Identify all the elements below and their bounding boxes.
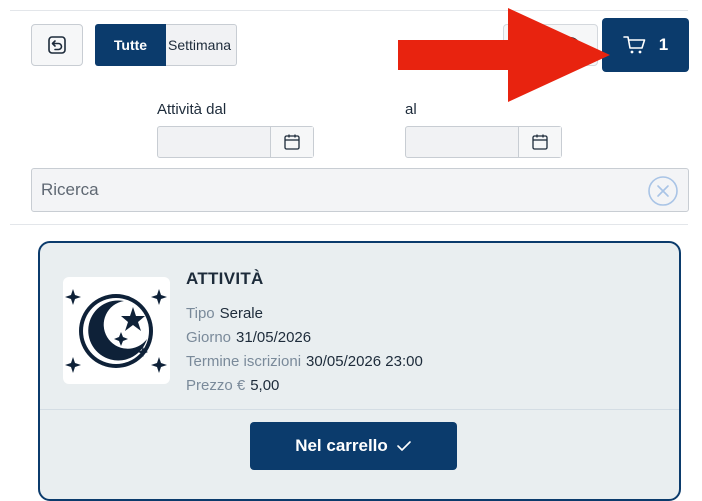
cart-icon (622, 36, 646, 54)
detail-value: 31/05/2026 (236, 329, 312, 346)
period-segmented-control: Tutte Settimana (95, 24, 237, 66)
search-input[interactable]: Ricerca (31, 168, 689, 212)
detail-row-price: Prezzo €5,00 (186, 377, 279, 394)
detail-label: Termine iscrizioni (186, 353, 302, 370)
date-to-input[interactable] (406, 127, 518, 157)
calendar-icon (532, 134, 548, 150)
moon-stars-icon (65, 289, 167, 373)
check-icon (396, 441, 411, 451)
date-from-input[interactable] (158, 127, 270, 157)
segment-week-button[interactable]: Settimana (166, 24, 237, 66)
section-divider (10, 224, 688, 225)
detail-row-day: Giorno 31/05/2026 (186, 329, 311, 346)
date-to-picker-button[interactable] (518, 127, 561, 157)
in-cart-button[interactable]: Nel carrello (250, 422, 457, 470)
clear-circle-icon[interactable] (647, 175, 679, 207)
date-to-label: al (405, 101, 417, 118)
segment-all-button[interactable]: Tutte (95, 24, 166, 66)
back-icon (48, 36, 66, 54)
detail-label: Tipo (186, 305, 215, 322)
back-button[interactable] (31, 24, 83, 66)
card-divider (40, 409, 679, 410)
date-from-field (157, 126, 314, 158)
detail-row-type: Tipo Serale (186, 305, 263, 322)
search-placeholder: Ricerca (41, 180, 99, 199)
date-from-picker-button[interactable] (270, 127, 313, 157)
activity-image (63, 277, 170, 384)
annotation-arrow (398, 8, 610, 102)
date-from-label: Attività dal (157, 101, 227, 118)
in-cart-label: Nel carrello (295, 436, 388, 455)
cart-button[interactable]: 1 (602, 18, 689, 72)
activity-card: ATTIVITÀ Tipo Serale Giorno 31/05/2026 Ter… (38, 241, 681, 501)
detail-row-deadline: Termine iscrizioni 30/05/2026 23:00 (186, 353, 423, 370)
detail-label: Giorno (186, 329, 232, 346)
calendar-icon (284, 134, 300, 150)
detail-value: 5,00 (250, 377, 280, 394)
detail-value: 30/05/2026 23:00 (306, 353, 423, 370)
detail-label: Prezzo € (186, 377, 246, 394)
date-to-field (405, 126, 562, 158)
activity-title: ATTIVITÀ (186, 269, 264, 288)
cart-count: 1 (658, 35, 669, 54)
detail-value: Serale (219, 305, 263, 322)
